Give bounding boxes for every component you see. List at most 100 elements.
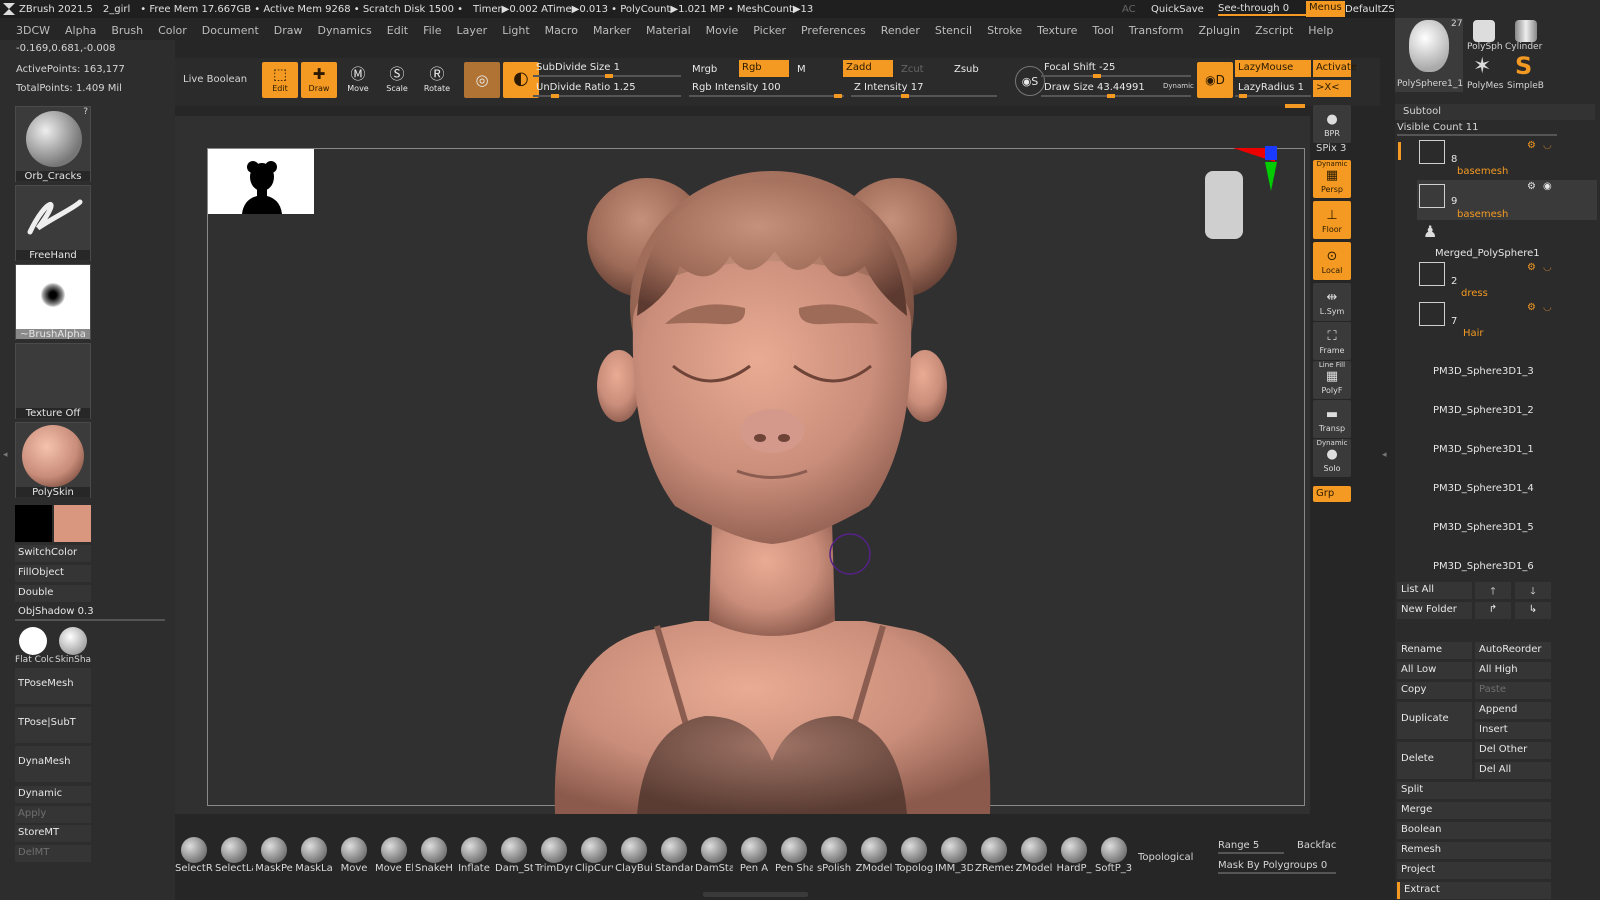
main-color-swatch[interactable] [54, 505, 91, 542]
switch-color-button[interactable]: SwitchColor [15, 545, 91, 562]
brush-slot[interactable]: sPolish [815, 835, 853, 879]
rotate-mode-button[interactable]: Ⓡ Rotate [419, 62, 455, 98]
undivide-ratio-slider[interactable]: UnDivide Ratio 1.25 [533, 80, 681, 98]
solo-button[interactable]: Dynamic ● Solo [1313, 439, 1351, 477]
brush-slot[interactable]: Pen A [735, 835, 773, 879]
menu-item[interactable]: Macro [545, 24, 578, 37]
menu-item[interactable]: Movie [706, 24, 739, 37]
menus-toggle[interactable]: Menus [1306, 1, 1345, 17]
polyframe-button[interactable]: Line Fill ▦ PolyF [1313, 361, 1351, 399]
brush-slot[interactable]: SnakeHo [415, 835, 453, 879]
menu-item[interactable]: Color [158, 24, 187, 37]
topological-toggle[interactable]: Topological [1138, 852, 1193, 864]
flat-color-material-icon[interactable] [19, 627, 47, 655]
list-all-button[interactable]: List All [1397, 582, 1472, 599]
brush-slot[interactable]: SelectRe [175, 835, 213, 879]
live-boolean-button[interactable]: Live Boolean [183, 74, 247, 86]
brush-slot[interactable]: ZModel [855, 835, 893, 879]
lazyradius-slider[interactable]: LazyRadius 1 [1235, 80, 1311, 98]
move-up-icon[interactable]: ↱ [1475, 602, 1511, 619]
texture-picker[interactable]: Texture Off [15, 343, 91, 419]
eye-icon[interactable]: ◡ [1543, 302, 1552, 313]
perspective-button[interactable]: Dynamic ▦ Persp [1313, 160, 1351, 198]
subtool-scrollbar[interactable] [1398, 142, 1401, 160]
store-mt-button[interactable]: StoreMT [15, 825, 91, 842]
all-high-button[interactable]: All High [1475, 662, 1551, 679]
menu-item[interactable]: Stencil [935, 24, 972, 37]
merge-section[interactable]: Merge [1397, 802, 1551, 819]
lazymouse-button[interactable]: LazyMouse [1235, 60, 1311, 77]
menu-item[interactable]: Transform [1129, 24, 1184, 37]
polygroups-button[interactable]: Grp [1313, 486, 1351, 502]
backface-toggle[interactable]: Backfac [1297, 840, 1336, 852]
bottom-scroll-handle[interactable] [703, 892, 808, 897]
eye-icon[interactable]: ◡ [1543, 262, 1552, 273]
dynamic-button[interactable]: Dynamic [15, 786, 91, 803]
arrow-down-icon[interactable]: 🡓 [1515, 582, 1551, 599]
brush-picker[interactable]: ? Orb_Cracks [15, 106, 91, 182]
menu-item[interactable]: Preferences [801, 24, 866, 37]
skin-shade-material-icon[interactable] [59, 627, 87, 655]
menu-item[interactable]: Zplugin [1199, 24, 1241, 37]
obj-shadow-slider[interactable]: ObjShadow 0.3 [15, 604, 165, 621]
cylinder-tool-icon[interactable] [1515, 20, 1537, 42]
brush-slot[interactable]: ClipCurv [575, 835, 613, 879]
brush-slot[interactable]: SelectLa [215, 835, 253, 879]
menu-item[interactable]: Edit [387, 24, 408, 37]
menu-item[interactable]: Marker [593, 24, 631, 37]
all-low-button[interactable]: All Low [1397, 662, 1472, 679]
eye-icon[interactable]: ◉ [1543, 181, 1552, 192]
document-canvas[interactable] [175, 116, 1310, 814]
help-icon[interactable]: ? [83, 107, 88, 117]
auto-reorder-button[interactable]: AutoReorder [1475, 642, 1551, 659]
menu-item[interactable]: Tool [1092, 24, 1113, 37]
subtool-folder-selected[interactable]: 9 basemesh ⚙ ◉ [1417, 180, 1597, 220]
focal-shift-slider[interactable]: Focal Shift -25 [1041, 60, 1191, 78]
sculptris-pro-button[interactable]: ◎ [464, 62, 500, 98]
frame-button[interactable]: ⛶ Frame [1313, 322, 1351, 360]
stroke-picker[interactable]: FreeHand [15, 185, 91, 261]
gear-icon[interactable]: ⚙ [1527, 302, 1536, 313]
floor-button[interactable]: ⊥ Floor [1313, 201, 1351, 239]
menu-item[interactable]: Light [502, 24, 529, 37]
quicksave-button[interactable]: QuickSave [1151, 4, 1204, 15]
rename-button[interactable]: Rename [1397, 642, 1472, 659]
range-slider[interactable]: Range 5 [1218, 840, 1284, 854]
rgb-button[interactable]: Rgb [739, 60, 789, 77]
append-button[interactable]: Append [1475, 702, 1551, 719]
brush-slot[interactable]: Pen Sha [775, 835, 813, 879]
double-button[interactable]: Double [15, 585, 91, 602]
brush-slot[interactable]: Move El [375, 835, 413, 879]
zcut-button[interactable]: Zcut [898, 62, 938, 79]
lazy-d-button[interactable]: ◉D [1197, 62, 1233, 98]
del-all-button[interactable]: Del All [1475, 762, 1551, 779]
del-other-button[interactable]: Del Other [1475, 742, 1551, 759]
apply-button[interactable]: Apply [15, 806, 91, 823]
spix-slider[interactable]: SPix 3 [1316, 143, 1346, 155]
menu-item[interactable]: Texture [1037, 24, 1077, 37]
brush-slot[interactable]: TrimDyn [535, 835, 573, 879]
toolbar-scroll-indicator[interactable] [1285, 104, 1305, 108]
activate-symmetry-button[interactable]: Activate [1313, 60, 1357, 77]
brush-slot[interactable]: MaskPe [255, 835, 293, 879]
arrow-up-icon[interactable]: 🡑 [1475, 582, 1511, 599]
brush-slot[interactable]: ZModel [1015, 835, 1053, 879]
menu-item[interactable]: Material [646, 24, 691, 37]
draw-mode-button[interactable]: ✚ Draw [301, 62, 337, 98]
copy-button[interactable]: Copy [1397, 682, 1472, 699]
menu-item[interactable]: Picker [753, 24, 786, 37]
move-mode-button[interactable]: Ⓜ Move [340, 62, 376, 98]
duplicate-button[interactable]: Duplicate [1397, 702, 1472, 739]
simple-brush-icon[interactable]: S [1515, 54, 1532, 78]
menu-item[interactable]: Draw [274, 24, 303, 37]
brush-slot[interactable]: HardP_ [1055, 835, 1093, 879]
menu-item[interactable]: Zscript [1255, 24, 1293, 37]
local-button[interactable]: ⊙ Local [1313, 242, 1351, 280]
split-section[interactable]: Split [1397, 782, 1551, 799]
see-through-slider[interactable]: See-through 0 [1218, 3, 1310, 16]
sculpt-model[interactable] [175, 116, 1310, 814]
right-tray-collapse[interactable]: ◂ [1382, 450, 1387, 460]
boolean-section[interactable]: Boolean [1397, 822, 1551, 839]
brush-slot[interactable]: Inflate [455, 835, 493, 879]
gear-icon[interactable]: ⚙ [1527, 262, 1536, 273]
